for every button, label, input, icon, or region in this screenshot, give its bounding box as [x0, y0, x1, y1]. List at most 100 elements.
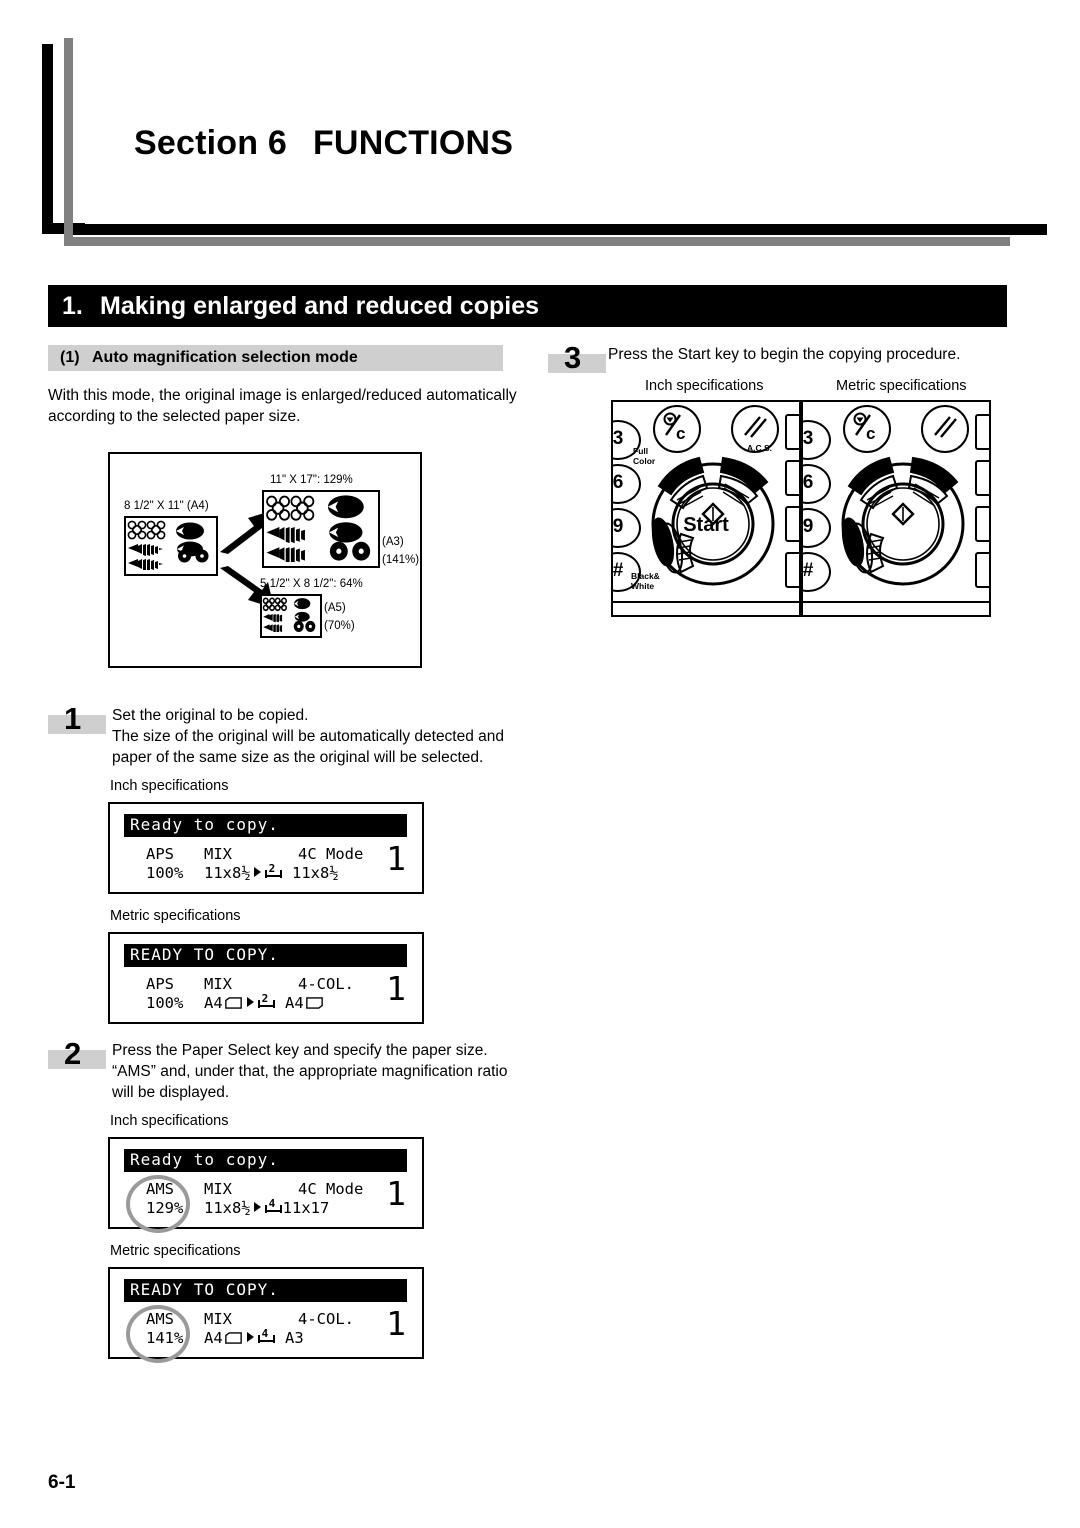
illus-reduce-label: 5 1/2" X 8 1/2": 64% — [260, 578, 363, 590]
arrow-right-icon — [246, 997, 254, 1007]
step-1-inch-caption: Inch specifications — [110, 778, 229, 794]
section-title: FUNCTIONS — [312, 124, 514, 162]
step-3-line-1: Press the Start key to begin the copying… — [608, 346, 961, 363]
step-1-number: 1 — [64, 701, 82, 736]
subsection-bar: (1) Auto magnification selection mode — [48, 345, 503, 371]
header-shadow-left — [64, 38, 73, 246]
lcd-mix: MIX — [204, 975, 232, 993]
manual-page: Section 6 FUNCTIONS 1. Making enlarged and… — [0, 0, 1080, 1528]
duplex-icon: 4 — [257, 1327, 275, 1346]
black-white-label: Black& White — [631, 571, 660, 591]
lcd-status-text: READY TO COPY. — [130, 945, 279, 964]
paper-portrait-icon — [305, 997, 323, 1009]
lcd-dest-size: A4 — [285, 994, 304, 1012]
section-label: Section 6 — [134, 124, 287, 162]
lcd-row-2: 129% 11x8½ 4 11x17 — [146, 1197, 330, 1217]
lcd-copy-count: 1 — [386, 969, 406, 1008]
lcd-status-text: READY TO COPY. — [130, 1280, 279, 1299]
lcd-ratio: 100% — [146, 994, 184, 1012]
lcd-ratio: 129% — [146, 1199, 184, 1217]
lcd-color-mode: 4C Mode — [298, 1180, 364, 1198]
illus-original-sheet — [124, 516, 218, 576]
lcd-color-mode: 4-COL. — [298, 975, 354, 993]
step-3-metric-caption: Metric specifications — [836, 378, 967, 394]
subsection-heading: (1) Auto magnification selection mode — [60, 349, 358, 367]
duplex-count: 2 — [261, 992, 269, 1005]
step-2-inch-caption: Inch specifications — [110, 1113, 229, 1129]
step-2-metric-caption: Metric specifications — [110, 1243, 241, 1259]
step-3-inch-caption: Inch specifications — [645, 378, 764, 394]
subsection-number: (1) — [60, 349, 80, 366]
original-artwork-icon — [127, 520, 209, 571]
lcd-source-size: 11x8½ — [204, 1199, 251, 1217]
arrow-right-icon — [253, 1202, 261, 1212]
step-1-line-2: The size of the original will be automat… — [112, 728, 505, 745]
full-color-line-1: Full — [633, 446, 649, 456]
illus-reduce-metric-1: (A5) — [324, 602, 346, 614]
lcd-source-size: A4 — [204, 1329, 223, 1347]
illus-reduced-sheet — [260, 594, 322, 638]
lcd-row-1: AMS MIX 4-COL. — [146, 1310, 354, 1328]
illus-reduce-metric-2: (70%) — [324, 620, 355, 632]
enlarged-artwork-icon — [266, 495, 371, 564]
lcd-ratio: 100% — [146, 864, 184, 882]
lcd-dest-size: A3 — [285, 1329, 304, 1347]
lcd-status-strip: Ready to copy. — [124, 814, 407, 837]
control-panel-inch: 3 6 9 # c Start Full Color Black& White … — [611, 400, 801, 617]
lcd-mix: MIX — [204, 1180, 232, 1198]
paper-landscape-icon — [224, 1332, 242, 1344]
step-2-line-3: will be displayed. — [112, 1084, 230, 1101]
lcd-mode: AMS — [146, 1310, 174, 1328]
duplex-count: 2 — [268, 862, 276, 875]
illus-enlarge-metric-1: (A3) — [382, 536, 404, 548]
lcd-status-strip: Ready to copy. — [124, 1149, 407, 1172]
step-3-number: 3 — [564, 340, 582, 375]
lcd-mix: MIX — [204, 845, 232, 863]
lcd-step2-metric: READY TO COPY. AMS MIX 4-COL. 141% A4 4 A3 1 — [108, 1267, 424, 1363]
illus-enlarge-label: 11" X 17": 129% — [270, 474, 353, 486]
chapter-number: 1. — [62, 292, 83, 320]
lcd-row-1: AMS MIX 4C Mode — [146, 1180, 363, 1198]
lcd-mode: APS — [146, 845, 174, 863]
header-rule-bottom — [73, 224, 1047, 235]
step-3-text: Press the Start key to begin the copying… — [608, 344, 960, 365]
step-1-text: Set the original to be copied. The size … — [112, 705, 504, 768]
lcd-copy-count: 1 — [386, 1174, 406, 1213]
black-white-line-2: White — [631, 580, 655, 591]
lcd-status-strip: READY TO COPY. — [124, 944, 407, 967]
magnification-illustration: 8 1/2" X 11" (A4) 11" X 17": 129% (A3) (… — [108, 452, 422, 668]
step-2-line-1: Press the Paper Select key and specify t… — [112, 1042, 488, 1059]
step-1-line-3: paper of the same size as the original w… — [112, 749, 484, 766]
page-number: 6-1 — [48, 1472, 76, 1493]
start-key-label: Start — [683, 514, 729, 536]
panel-bottom-rule — [803, 600, 989, 603]
reduced-artwork-icon — [262, 597, 316, 633]
chapter-title: Making enlarged and reduced copies — [100, 292, 540, 320]
start-dial-icon[interactable] — [827, 438, 979, 590]
lcd-ratio: 141% — [146, 1329, 184, 1347]
lcd-mode: APS — [146, 975, 174, 993]
lcd-dest-size: 11x8½ — [292, 864, 339, 882]
section-header: Section 6 FUNCTIONS — [42, 38, 1047, 253]
illus-original-label: 8 1/2" X 11" (A4) — [124, 500, 209, 512]
intro-paragraph: With this mode, the original image is en… — [48, 385, 518, 427]
full-color-line-2: Color — [633, 455, 656, 466]
lcd-row-2: 100% 11x8½ 2 11x8½ — [146, 862, 339, 882]
arrow-right-icon — [246, 1332, 254, 1342]
lcd-dest-size: 11x17 — [282, 1199, 330, 1217]
duplex-count: 4 — [268, 1197, 276, 1210]
subsection-title: Auto magnification selection mode — [92, 349, 358, 366]
lcd-status-text: Ready to copy. — [130, 1150, 279, 1169]
arrow-right-icon — [253, 867, 261, 877]
chapter-heading: 1. Making enlarged and reduced copies — [62, 292, 539, 321]
lcd-copy-count: 1 — [386, 1304, 406, 1343]
lcd-status-strip: READY TO COPY. — [124, 1279, 407, 1302]
full-color-label: Full Color — [633, 446, 656, 466]
lcd-row-1: APS MIX 4C Mode — [146, 845, 363, 863]
lcd-source-size: A4 — [204, 994, 223, 1012]
lcd-step2-inch: Ready to copy. AMS MIX 4C Mode 129% 11x8½ 4 1… — [108, 1137, 424, 1233]
illus-enlarged-sheet — [262, 490, 380, 568]
panel-bottom-rule — [613, 600, 799, 603]
black-white-line-1: Black& — [631, 571, 660, 581]
lcd-copy-count: 1 — [386, 839, 406, 878]
